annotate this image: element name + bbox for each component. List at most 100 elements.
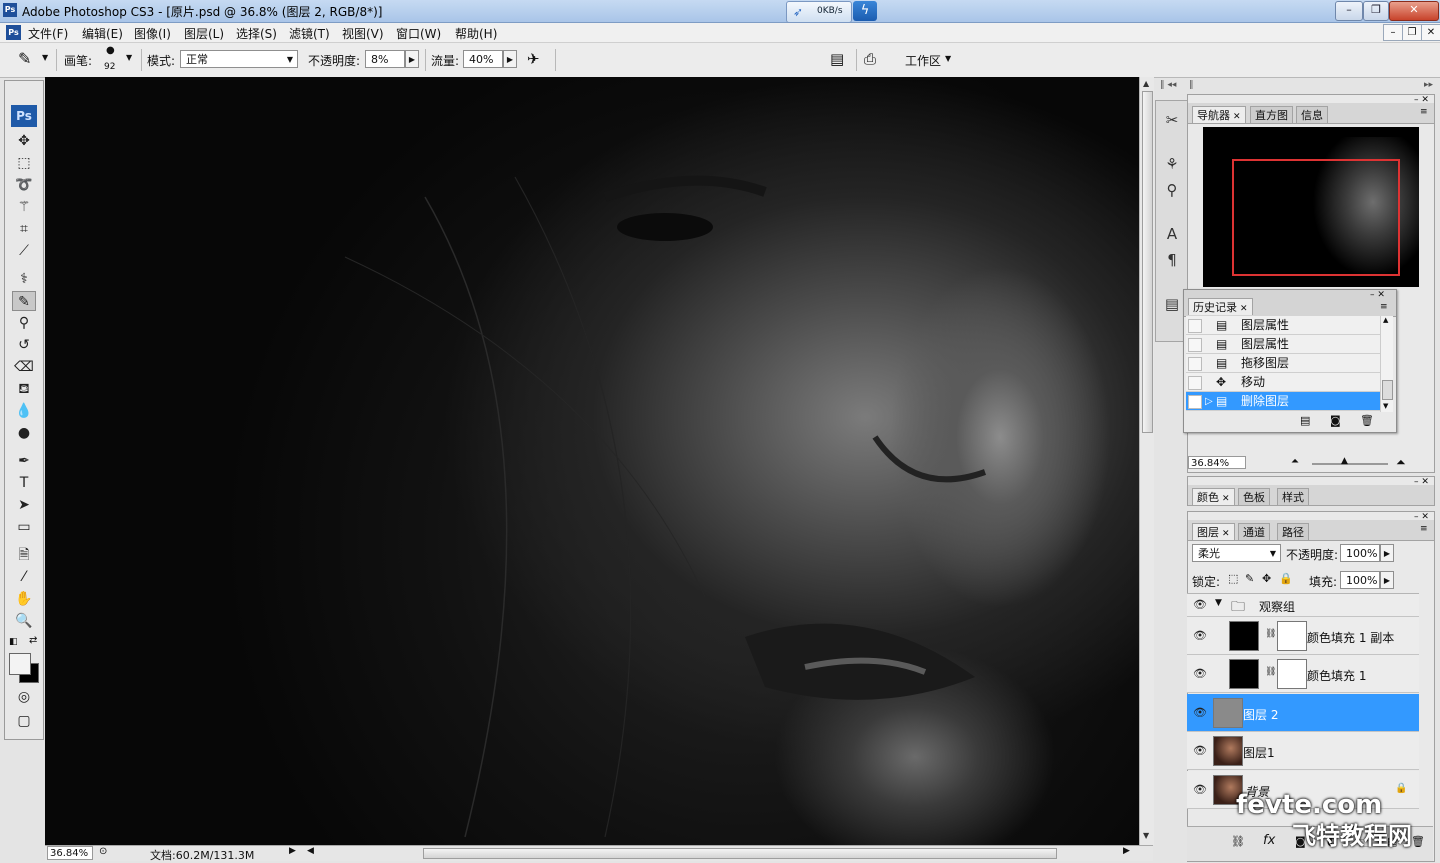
tab-paths[interactable]: 路径 — [1277, 523, 1309, 540]
menu-file[interactable]: 文件(F) — [28, 25, 68, 42]
layer-comps-icon[interactable]: ▤ — [1160, 293, 1184, 315]
scroll-down-arrow-icon[interactable]: ▼ — [1143, 831, 1149, 840]
layer-row-group[interactable]: 👁 ▼ 🗀 观察组 — [1187, 594, 1419, 617]
menu-layer[interactable]: 图层(L) — [184, 25, 224, 42]
lock-transparency-icon[interactable]: ⬚ — [1228, 572, 1238, 585]
trash-icon[interactable]: 🗑 — [1360, 414, 1374, 427]
swap-colors-icon[interactable]: ⇄ — [29, 635, 37, 646]
doc-close-button[interactable]: ✕ — [1421, 24, 1440, 41]
lasso-tool-icon[interactable]: ➰ — [12, 175, 36, 195]
lightning-icon[interactable]: ϟ — [853, 1, 877, 21]
dock-grip-icon[interactable]: ‖ — [1189, 80, 1194, 90]
maximize-button[interactable]: ❐ — [1363, 1, 1389, 21]
history-item[interactable]: ✥ 移动 — [1186, 373, 1380, 392]
zoom-out-icon[interactable]: ⏶ — [1291, 456, 1299, 467]
navigator-zoom-field[interactable]: 36.84% — [1188, 456, 1246, 469]
eye-icon[interactable]: 👁 — [1193, 667, 1207, 680]
layer-row[interactable]: 👁 ⛓ 颜色填充 1 — [1187, 655, 1419, 693]
close-button[interactable]: ✕ — [1389, 1, 1439, 21]
slice-tool-icon[interactable]: ⟋ — [12, 241, 36, 261]
navigator-view-box[interactable] — [1232, 159, 1400, 276]
document-canvas[interactable] — [45, 77, 1139, 845]
doc-minimize-button[interactable]: – — [1383, 24, 1403, 41]
zoom-slider-track[interactable] — [1312, 463, 1388, 465]
panel-minimize-icon[interactable]: – ✕ — [1414, 512, 1429, 522]
layer-row-selected[interactable]: 👁 图层 2 — [1187, 694, 1419, 732]
blur-tool-icon[interactable]: 💧 — [12, 401, 36, 421]
history-item-selected[interactable]: ▷ ▤ 删除图层 — [1186, 392, 1380, 411]
quick-mask-icon[interactable]: ◎ — [12, 687, 36, 707]
history-source-checkbox[interactable] — [1188, 319, 1202, 333]
doc-restore-button[interactable]: ❐ — [1402, 24, 1422, 41]
menu-window[interactable]: 窗口(W) — [396, 25, 441, 42]
status-zoom-field[interactable]: 36.84% — [47, 846, 93, 860]
zoom-in-icon[interactable]: ⏶ — [1396, 455, 1406, 470]
workspace-menu[interactable]: 工作区 — [905, 52, 941, 69]
fill-arrow-icon[interactable]: ▶ — [1380, 571, 1394, 589]
tab-navigator[interactable]: 导航器 ✕ — [1192, 106, 1246, 123]
menu-view[interactable]: 视图(V) — [342, 25, 384, 42]
menu-image[interactable]: 图像(I) — [134, 25, 171, 42]
pen-tool-icon[interactable]: ✒ — [12, 451, 36, 471]
history-scrollbar[interactable]: ▲ ▼ — [1380, 316, 1393, 412]
history-source-checkbox[interactable] — [1188, 357, 1202, 371]
brushes-panel-icon[interactable]: ⚘ — [1160, 153, 1184, 175]
history-scroll-thumb[interactable] — [1382, 380, 1393, 400]
paragraph-panel-icon[interactable]: ¶ — [1160, 249, 1184, 271]
scroll-left-arrow-icon[interactable]: ◀ — [307, 846, 314, 856]
scroll-right-arrow-icon[interactable]: ▶ — [1123, 846, 1130, 856]
history-item[interactable]: ▤ 图层属性 — [1186, 335, 1380, 354]
workspace-chevron-icon[interactable]: ▼ — [945, 54, 951, 63]
history-item[interactable]: ▤ 图层属性 — [1186, 316, 1380, 335]
brush-dot-icon[interactable]: ● — [106, 45, 115, 56]
dodge-tool-icon[interactable]: ● — [12, 423, 36, 443]
brush-tool-icon[interactable]: ✎ — [12, 291, 36, 311]
menu-edit[interactable]: 编辑(E) — [82, 25, 123, 42]
status-menu-arrow-icon[interactable]: ▶ — [289, 846, 296, 856]
fill-input[interactable]: 100% — [1340, 571, 1380, 589]
panel-menu-icon[interactable]: ≡ — [1420, 524, 1428, 534]
minimize-button[interactable]: – — [1335, 1, 1363, 21]
tab-channels[interactable]: 通道 — [1238, 523, 1270, 540]
link-layers-icon[interactable]: ⛓ — [1231, 835, 1245, 848]
screen-mode-icon[interactable]: ▢ — [12, 711, 36, 731]
tab-layers[interactable]: 图层 ✕ — [1192, 523, 1235, 540]
opacity-input[interactable]: 8% — [365, 50, 405, 68]
tab-styles[interactable]: 样式 — [1277, 488, 1309, 505]
paint-bucket-tool-icon[interactable]: ⛾ — [12, 379, 36, 399]
panel-menu-icon[interactable]: ≡ — [1420, 107, 1428, 117]
magic-wand-tool-icon[interactable]: ⚚ — [12, 197, 36, 217]
layer-row[interactable]: 👁 ⛓ 颜色填充 1 副本 — [1187, 617, 1419, 655]
eye-icon[interactable]: 👁 — [1193, 744, 1207, 757]
crop-tool-icon[interactable]: ⌗ — [12, 219, 36, 239]
link-icon[interactable]: ⛓ — [1265, 629, 1276, 639]
lock-position-icon[interactable]: ✥ — [1262, 572, 1271, 585]
default-colors-icon[interactable]: ◧ — [9, 637, 18, 647]
eye-icon[interactable]: 👁 — [1193, 783, 1207, 796]
strip-collapse-icon[interactable]: ‖ ◂◂ — [1160, 80, 1176, 90]
move-tool-icon[interactable]: ✥ — [12, 131, 36, 151]
layer-mask-thumbnail[interactable] — [1277, 659, 1307, 689]
hand-tool-icon[interactable]: ✋ — [12, 589, 36, 609]
brush-tool-icon[interactable]: ✎ — [18, 49, 31, 68]
new-snapshot-icon[interactable]: ◙ — [1330, 414, 1341, 427]
opacity-slider-arrow-icon[interactable]: ▶ — [405, 50, 419, 68]
tab-histogram[interactable]: 直方图 — [1250, 106, 1293, 123]
zoom-slider-handle[interactable]: ▲ — [1341, 456, 1348, 466]
workspace-manager-icon[interactable]: ⎙ — [864, 50, 876, 68]
eyedropper-tool-icon[interactable]: ⁄ — [12, 567, 36, 587]
eraser-tool-icon[interactable]: ⌫ — [12, 357, 36, 377]
zoom-tool-icon[interactable]: 🔍 — [12, 611, 36, 631]
new-document-from-state-icon[interactable]: ▤ — [1300, 414, 1310, 427]
history-brush-tool-icon[interactable]: ↺ — [12, 335, 36, 355]
vertical-scrollbar[interactable]: ▲ ▼ — [1139, 77, 1154, 845]
lock-all-icon[interactable]: 🔒 — [1279, 572, 1293, 585]
eye-icon[interactable]: 👁 — [1193, 598, 1207, 611]
history-source-checkbox[interactable] — [1188, 395, 1202, 409]
layer-mask-thumbnail[interactable] — [1277, 621, 1307, 651]
network-speed-widget[interactable]: ➶ 0KB/s — [786, 1, 852, 23]
layer-opacity-input[interactable]: 100% — [1340, 544, 1380, 562]
clone-source-icon[interactable]: ⚲ — [1160, 179, 1184, 201]
history-source-checkbox[interactable] — [1188, 376, 1202, 390]
character-panel-icon[interactable]: A — [1160, 223, 1184, 245]
